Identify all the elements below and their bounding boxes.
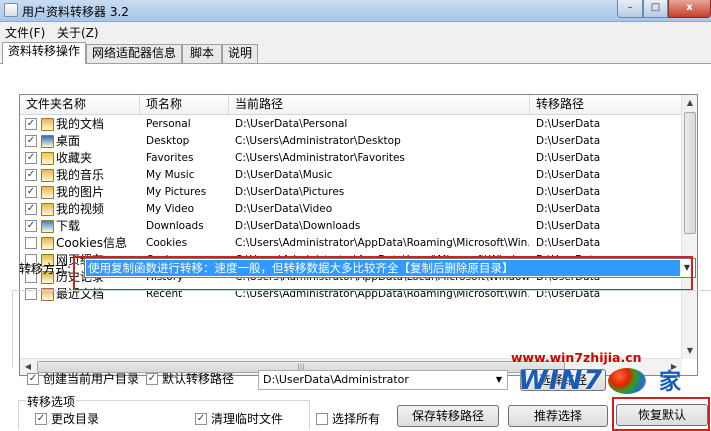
folder-name: 我的视频 (56, 202, 105, 216)
current-path: D:\UserData\Video (235, 203, 333, 215)
target-path: D:\UserData (536, 186, 601, 198)
window-title: 用户资料转移器 3.2 (22, 5, 129, 19)
transfer-mode-label: 转移方式: (19, 262, 72, 276)
favorites-star-icon (41, 152, 54, 165)
column-header-item[interactable]: 项名称 (140, 95, 229, 115)
folder-name: 桌面 (56, 134, 81, 148)
tab-help[interactable]: 说明 (222, 44, 258, 63)
row-checkbox[interactable]: ✓ (25, 169, 37, 181)
row-checkbox[interactable]: ✓ (25, 186, 37, 198)
current-path: D:\UserData\Pictures (235, 186, 345, 198)
downloads-icon (41, 220, 54, 233)
checkbox-box: ✓ (146, 373, 158, 385)
tab-script[interactable]: 脚本 (182, 44, 222, 63)
documents-folder-icon (41, 118, 54, 131)
column-header-folder[interactable]: 文件夹名称 (20, 95, 140, 115)
create-user-dir-checkbox[interactable]: ✓ 创建当前用户目录 (27, 372, 147, 386)
current-path: D:\UserData\Music (235, 169, 333, 181)
column-header-current-path[interactable]: 当前路径 (229, 95, 530, 115)
vertical-scroll-thumb[interactable] (684, 112, 696, 234)
folder-name: 收藏夹 (56, 151, 93, 165)
folder-name: 我的文档 (56, 117, 105, 131)
change-dir-checkbox[interactable]: ✓ 更改目录 (35, 412, 125, 426)
music-folder-icon (41, 169, 54, 182)
menu-about[interactable]: 关于(Z) (57, 24, 99, 41)
folder-icon (41, 237, 54, 250)
pictures-folder-icon (41, 186, 54, 199)
transfer-path-combo[interactable]: D:\UserData\Administrator ▼ (258, 370, 508, 390)
watermark-logo-text: WIN7 (518, 365, 604, 396)
table-row[interactable]: ✓ 收藏夹 Favorites C:\Users\Administrator\Favo… (20, 150, 682, 167)
folder-name: 下载 (56, 219, 81, 233)
current-path: C:\Users\Administrator\AppData\Roaming\M… (235, 237, 529, 249)
maximize-button[interactable]: □ (643, 0, 668, 18)
target-path: D:\UserData (536, 152, 601, 164)
watermark-suffix: 家 (659, 370, 682, 395)
row-checkbox[interactable]: ✓ (25, 135, 37, 147)
watermark-url: www.win7zhijia.cn (511, 350, 642, 365)
title-bar: 用户资料转移器 3.2 – □ x (0, 0, 711, 22)
folder-name: 我的图片 (56, 185, 105, 199)
desktop-icon (41, 135, 54, 148)
menu-file[interactable]: 文件(F) (5, 24, 45, 41)
table-row[interactable]: ✓ 下载 Downloads D:\UserData\Downloads D:\User… (20, 218, 682, 235)
item-name: Favorites (146, 152, 194, 164)
default-path-checkbox[interactable]: ✓ 默认转移路径 (146, 372, 246, 386)
item-name: Downloads (146, 220, 204, 232)
folder-name: Cookies信息 (56, 236, 127, 250)
close-button[interactable]: x (668, 0, 711, 18)
item-name: My Music (146, 169, 195, 181)
scroll-up-arrow-icon[interactable]: ▲ (682, 95, 697, 111)
row-checkbox[interactable]: ✓ (25, 118, 37, 130)
clean-temp-checkbox[interactable]: ✓ 清理临时文件 (195, 412, 295, 426)
tab-transfer[interactable]: 资料转移操作 (2, 42, 86, 64)
current-path: D:\UserData\Downloads (235, 220, 361, 232)
row-checkbox[interactable]: ✓ (25, 203, 37, 215)
item-name: My Video (146, 203, 195, 215)
table-row[interactable]: Cookies信息 Cookies C:\Users\Administrator\A… (20, 235, 682, 252)
table-row[interactable]: ✓ 我的视频 My Video D:\UserData\Video D:\UserDat… (20, 201, 682, 218)
item-name: Cookies (146, 237, 188, 249)
video-folder-icon (41, 203, 54, 216)
watermark: www.win7zhijia.cn WIN7 家 (511, 350, 711, 410)
chevron-down-icon[interactable]: ▼ (493, 371, 505, 389)
row-checkbox[interactable]: ✓ (25, 220, 37, 232)
checkbox-box (316, 413, 328, 425)
checkbox-box: ✓ (35, 413, 47, 425)
transfer-options-label: 转移选项 (26, 393, 77, 410)
app-icon (4, 3, 18, 17)
windows-flag-icon (608, 368, 646, 394)
item-name: My Pictures (146, 186, 207, 198)
table-row[interactable]: ✓ 我的图片 My Pictures D:\UserData\Pictures D:\U… (20, 184, 682, 201)
column-header-target-path[interactable]: 转移路径 (530, 95, 682, 115)
current-path: C:\Users\Administrator\Favorites (235, 152, 405, 164)
menu-bar: 文件(F) 关于(Z) (0, 22, 711, 41)
current-path: D:\UserData\Personal (235, 118, 348, 130)
tab-network-adapter[interactable]: 网络适配器信息 (86, 44, 182, 63)
table-row[interactable]: ✓ 我的音乐 My Music D:\UserData\Music D:\UserDat… (20, 167, 682, 184)
row-checkbox[interactable]: ✓ (25, 152, 37, 164)
target-path: D:\UserData (536, 118, 601, 130)
item-name: Desktop (146, 135, 190, 147)
select-all-checkbox[interactable]: 选择所有 (316, 412, 396, 426)
minimize-button[interactable]: – (617, 0, 643, 18)
target-path: D:\UserData (536, 203, 601, 215)
checkbox-box: ✓ (27, 373, 39, 385)
target-path: D:\UserData (536, 169, 601, 181)
tab-strip: 资料转移操作 网络适配器信息 脚本 说明 (0, 42, 711, 64)
current-path: C:\Users\Administrator\Desktop (235, 135, 401, 147)
target-path: D:\UserData (536, 135, 601, 147)
table-row[interactable]: ✓ 桌面 Desktop C:\Users\Administrator\Desktop… (20, 133, 682, 150)
checkbox-box: ✓ (195, 413, 207, 425)
save-path-button[interactable]: 保存转移路径 (397, 405, 499, 427)
item-name: Personal (146, 118, 191, 130)
table-row[interactable]: ✓ 我的文档 Personal D:\UserData\Personal D:\User… (20, 116, 682, 133)
row-checkbox[interactable] (25, 237, 37, 249)
target-path: D:\UserData (536, 237, 601, 249)
target-path: D:\UserData (536, 220, 601, 232)
highlight-box (73, 256, 693, 291)
folder-name: 我的音乐 (56, 168, 105, 182)
